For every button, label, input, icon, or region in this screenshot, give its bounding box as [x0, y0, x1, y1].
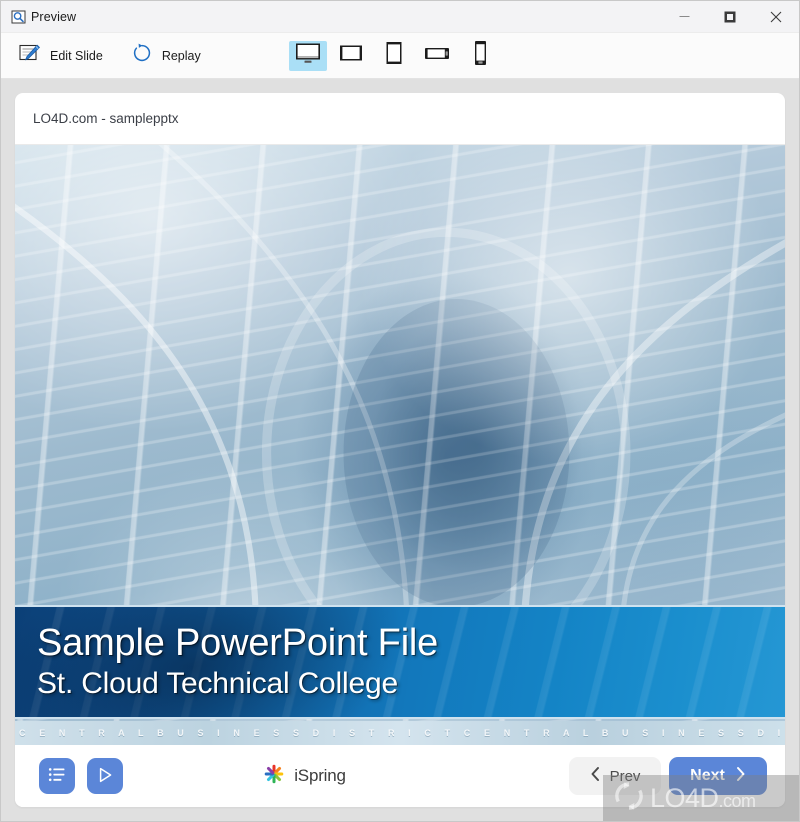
- play-triangle-icon: [96, 766, 114, 787]
- play-button[interactable]: [87, 758, 123, 794]
- window-title: Preview: [31, 9, 77, 24]
- device-preview-selector: [289, 40, 499, 71]
- content-area: LO4D.com - samplepptx Sample PowerPoint …: [1, 79, 799, 821]
- slide-canvas[interactable]: Sample PowerPoint File St. Cloud Technic…: [15, 145, 785, 745]
- window-controls: [661, 1, 799, 33]
- replay-label: Replay: [161, 48, 201, 63]
- next-label: Next: [690, 767, 725, 784]
- minimize-button[interactable]: [661, 1, 707, 33]
- prev-button[interactable]: Prev: [569, 757, 661, 795]
- slide-title: Sample PowerPoint File: [37, 621, 439, 664]
- page-title: LO4D.com - samplepptx: [33, 111, 179, 126]
- replay-button[interactable]: Replay: [121, 38, 211, 73]
- player-bar: iSpring Prev Next: [15, 745, 785, 807]
- title-bar: Preview: [1, 1, 799, 33]
- slide-title-band: Sample PowerPoint File St. Cloud Technic…: [15, 605, 785, 719]
- device-button-phone-portrait[interactable]: [461, 41, 499, 71]
- device-button-tablet-portrait[interactable]: [375, 41, 413, 71]
- chevron-right-icon: [735, 766, 746, 787]
- edit-slide-button[interactable]: Edit Slide: [9, 39, 113, 72]
- tablet-portrait-icon: [383, 40, 405, 71]
- replay-circular-arrow-icon: [131, 42, 153, 69]
- close-button[interactable]: [753, 1, 799, 33]
- title-bar-left: Preview: [1, 8, 76, 25]
- edit-slide-pencil-icon: [19, 43, 41, 68]
- phone-landscape-icon: [423, 44, 451, 67]
- device-button-phone-landscape[interactable]: [418, 41, 456, 71]
- brand-name: iSpring: [294, 766, 346, 785]
- edit-slide-label: Edit Slide: [50, 48, 103, 63]
- preview-window: Preview Edit Slide Replay LO4D.com - sam…: [0, 0, 800, 822]
- magnifier-icon: [10, 8, 27, 25]
- ispring-brand: iSpring: [262, 762, 346, 791]
- maximize-button[interactable]: [707, 1, 753, 33]
- chevron-left-icon: [590, 766, 601, 786]
- tablet-landscape-icon: [338, 42, 364, 69]
- card-header: LO4D.com - samplepptx: [15, 93, 785, 145]
- device-button-tablet-landscape[interactable]: [332, 41, 370, 71]
- slide-viewport: Sample PowerPoint File St. Cloud Technic…: [15, 145, 785, 745]
- phone-portrait-icon: [471, 39, 489, 72]
- outline-list-icon: [48, 767, 66, 786]
- outline-button[interactable]: [39, 758, 75, 794]
- ispring-pinwheel-logo: [262, 762, 286, 791]
- prev-label: Prev: [609, 767, 641, 785]
- navigation-buttons: Prev Next: [569, 757, 767, 795]
- slide-subtitle: St. Cloud Technical College: [37, 667, 398, 701]
- slide-footer-strip: C E N T R A L B U S I N E S S D I S T R …: [15, 721, 785, 745]
- next-button[interactable]: Next: [669, 757, 767, 795]
- device-button-desktop[interactable]: [289, 40, 327, 71]
- slide-footer-strip-text: C E N T R A L B U S I N E S S D I S T R …: [19, 728, 785, 738]
- desktop-monitor-icon: [294, 41, 322, 70]
- preview-card: LO4D.com - samplepptx Sample PowerPoint …: [15, 93, 785, 807]
- toolbar: Edit Slide Replay: [1, 33, 799, 79]
